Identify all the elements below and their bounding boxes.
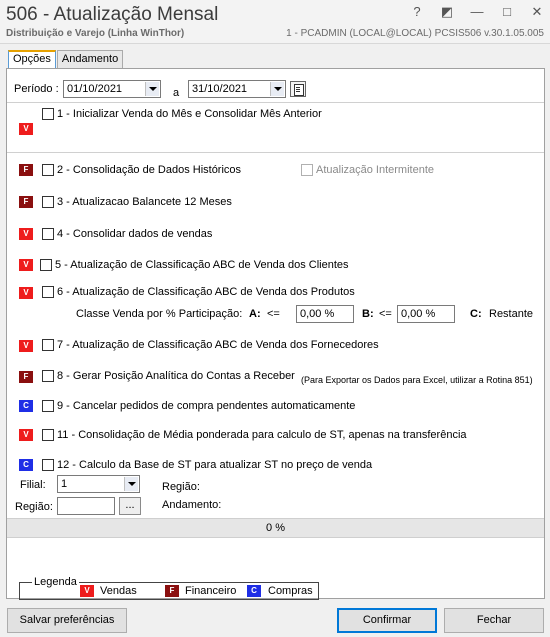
option-7-checkbox[interactable] bbox=[42, 339, 54, 351]
tab-opcoes[interactable]: Opções bbox=[8, 50, 56, 68]
progress-text: 0 % bbox=[266, 522, 285, 534]
period-separator: a bbox=[173, 87, 180, 99]
badge-vendas: V bbox=[19, 287, 33, 299]
minimize-icon[interactable]: — bbox=[470, 4, 484, 20]
classe-a-op: <= bbox=[267, 308, 280, 320]
option-9-label[interactable]: 9 - Cancelar pedidos de compra pendentes… bbox=[57, 400, 355, 412]
period-start-dropdown-icon[interactable] bbox=[145, 82, 159, 96]
option-9-checkbox[interactable] bbox=[42, 400, 54, 412]
divider bbox=[7, 152, 544, 153]
badge-compras: C bbox=[19, 400, 33, 412]
period-start-value: 01/10/2021 bbox=[67, 83, 123, 95]
option-12-checkbox[interactable] bbox=[42, 459, 54, 471]
option-11-checkbox[interactable] bbox=[42, 429, 54, 441]
classe-b-value: 0,00 % bbox=[401, 308, 436, 320]
legend: Legenda V Vendas F Financeiro C Compras bbox=[19, 576, 319, 600]
option-6-checkbox[interactable] bbox=[42, 286, 54, 298]
tab-andamento[interactable]: Andamento bbox=[56, 50, 124, 68]
option-4-label[interactable]: 4 - Consolidar dados de vendas bbox=[57, 228, 212, 240]
option-1-label[interactable]: 1 - Inicializar Venda do Mês e Consolida… bbox=[57, 108, 322, 120]
option-5-label[interactable]: 5 - Atualização de Classificação ABC de … bbox=[55, 259, 349, 271]
session-info: 1 - PCADMIN (LOCAL@LOCAL) PCSIS506 v.30.… bbox=[286, 28, 544, 39]
classe-a-label: A: bbox=[249, 308, 261, 320]
legend-badge-financeiro: F bbox=[165, 585, 179, 597]
option-8-label[interactable]: 8 - Gerar Posição Analítica do Contas a … bbox=[57, 370, 295, 382]
window-title: 506 - Atualização Mensal bbox=[6, 4, 219, 25]
classe-c-label: C: bbox=[470, 308, 482, 320]
legend-label-financeiro: Financeiro bbox=[185, 585, 237, 597]
classe-label: Classe Venda por % Participação: bbox=[76, 308, 243, 320]
badge-financeiro: F bbox=[19, 196, 33, 208]
close-icon[interactable]: ✕ bbox=[530, 4, 544, 20]
badge-financeiro: F bbox=[19, 164, 33, 176]
option-2-checkbox[interactable] bbox=[42, 164, 54, 176]
classe-a-field[interactable]: 0,00 % bbox=[296, 305, 354, 323]
option-12-label[interactable]: 12 - Calculo da Base de ST para atualiza… bbox=[57, 459, 372, 471]
restore-layout-icon[interactable]: ◩ bbox=[440, 4, 454, 20]
legend-label-vendas: Vendas bbox=[100, 585, 137, 597]
calendar-icon[interactable] bbox=[290, 81, 306, 97]
option-1-checkbox[interactable] bbox=[42, 108, 54, 120]
andamento-label: Andamento: bbox=[162, 499, 222, 511]
badge-vendas: V bbox=[19, 340, 33, 352]
help-icon[interactable]: ? bbox=[410, 4, 424, 20]
regiao-label: Região: bbox=[15, 501, 53, 513]
tab-bar: Opções Andamento bbox=[8, 50, 124, 68]
filial-value: 1 bbox=[61, 478, 68, 490]
period-end-value: 31/10/2021 bbox=[192, 83, 248, 95]
option-3-checkbox[interactable] bbox=[42, 196, 54, 208]
option-3-label[interactable]: 3 - Atualizacao Balancete 12 Meses bbox=[57, 196, 232, 208]
progress-bar: 0 % bbox=[7, 518, 544, 538]
window-subtitle: Distribuição e Varejo (Linha WinThor) bbox=[6, 28, 185, 39]
option-4-checkbox[interactable] bbox=[42, 228, 54, 240]
period-label: Período : bbox=[14, 83, 59, 95]
legend-title: Legenda bbox=[32, 576, 79, 588]
badge-vendas: V bbox=[19, 429, 33, 441]
legend-badge-compras: C bbox=[247, 585, 261, 597]
classe-b-op: <= bbox=[379, 308, 392, 320]
intermitente-checkbox[interactable] bbox=[301, 164, 313, 176]
regiao-lookup-button[interactable]: ... bbox=[119, 497, 141, 515]
badge-vendas: V bbox=[19, 259, 33, 271]
close-button[interactable]: Fechar bbox=[444, 608, 544, 633]
filial-label: Filial: bbox=[20, 479, 46, 491]
maximize-icon[interactable]: □ bbox=[500, 4, 514, 20]
legend-badge-vendas: V bbox=[80, 585, 94, 597]
option-8-note: (Para Exportar os Dados para Excel, util… bbox=[301, 375, 533, 385]
save-preferences-button[interactable]: Salvar preferências bbox=[7, 608, 127, 633]
option-7-label[interactable]: 7 - Atualização de Classificação ABC de … bbox=[57, 339, 379, 351]
window-controls: ? ◩ — □ ✕ bbox=[410, 4, 544, 20]
badge-vendas: V bbox=[19, 123, 33, 135]
badge-financeiro: F bbox=[19, 371, 33, 383]
badge-vendas: V bbox=[19, 228, 33, 240]
option-8-checkbox[interactable] bbox=[42, 370, 54, 382]
classe-b-field[interactable]: 0,00 % bbox=[397, 305, 455, 323]
title-bar: 506 - Atualização Mensal Distribuição e … bbox=[0, 0, 550, 44]
option-11-label[interactable]: 11 - Consolidação de Média ponderada par… bbox=[57, 429, 467, 441]
classe-b-label: B: bbox=[362, 308, 374, 320]
classe-c-text: Restante bbox=[489, 308, 534, 320]
option-6-label[interactable]: 6 - Atualização de Classificação ABC de … bbox=[57, 286, 355, 298]
confirm-button[interactable]: Confirmar bbox=[337, 608, 437, 633]
regiao-info-label: Região: bbox=[162, 481, 200, 493]
options-panel: Período : 01/10/2021 a 31/10/2021 V 1 - … bbox=[6, 68, 545, 600]
classe-a-value: 0,00 % bbox=[300, 308, 335, 320]
legend-label-compras: Compras bbox=[268, 585, 313, 597]
period-end-dropdown-icon[interactable] bbox=[270, 82, 284, 96]
regiao-field[interactable] bbox=[57, 497, 115, 515]
divider bbox=[7, 102, 544, 103]
option-2-label[interactable]: 2 - Consolidação de Dados Históricos bbox=[57, 164, 241, 176]
badge-compras: C bbox=[19, 459, 33, 471]
option-5-checkbox[interactable] bbox=[40, 259, 52, 271]
intermitente-label: Atualização Intermitente bbox=[316, 164, 435, 176]
filial-dropdown-icon[interactable] bbox=[124, 477, 138, 491]
